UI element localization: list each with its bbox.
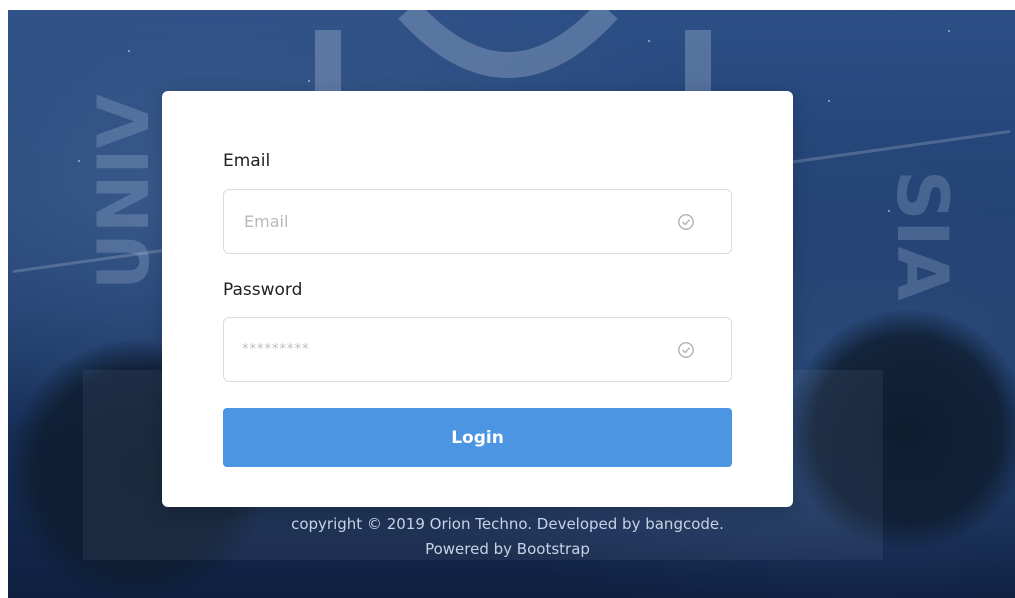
login-button[interactable]: Login [223,408,732,467]
check-circle-icon [678,341,694,358]
footer: copyright © 2019 Orion Techno. Developed… [0,512,1015,562]
password-field[interactable]: ********* [223,317,732,382]
email-label: Email [223,151,271,171]
login-card: Email Password ********* Login [162,91,793,507]
password-label: Password [223,280,303,300]
email-input[interactable] [242,211,666,232]
svg-text:UNIV: UNIV [83,94,165,290]
powered-by-text: Powered by Bootstrap [425,540,590,558]
password-input[interactable]: ********* [242,342,310,357]
copyright-text: copyright © 2019 Orion Techno. Developed… [291,515,724,533]
svg-text:SIA: SIA [881,170,963,301]
email-field[interactable] [223,189,732,254]
check-circle-icon [678,213,694,230]
